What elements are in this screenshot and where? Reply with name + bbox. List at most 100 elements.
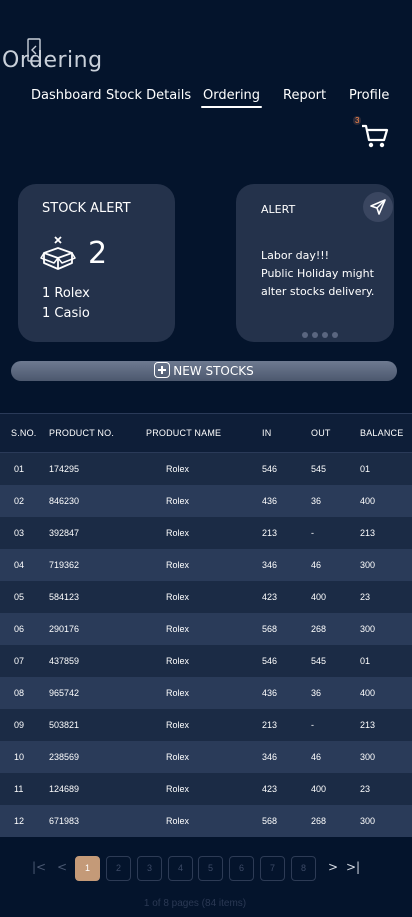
table-row[interactable]: 05 584123 Rolex 423 400 23 [0, 581, 412, 613]
cell-out: 400 [311, 592, 327, 602]
stock-table: S.NO. PRODUCT NO. PRODUCT NAME IN OUT BA… [0, 413, 412, 837]
carousel-dot[interactable] [312, 332, 318, 338]
alert-card[interactable]: ALERT Labor day!!! Public Holiday might … [236, 184, 394, 342]
nav-stock-details[interactable]: Stock Details [106, 88, 191, 103]
cell-product-no: 290176 [49, 624, 80, 634]
carousel-dot[interactable] [302, 332, 308, 338]
stock-alert-line: 1 Casio [42, 306, 90, 321]
cell-sno: 07 [14, 656, 25, 666]
alert-title: ALERT [261, 203, 296, 216]
page-button[interactable]: 4 [168, 856, 193, 881]
cell-out: - [311, 528, 314, 538]
page-button[interactable]: 6 [229, 856, 254, 881]
prev-page-button[interactable]: < [57, 860, 67, 874]
nav-profile[interactable]: Profile [349, 88, 389, 103]
carousel-dot[interactable] [322, 332, 328, 338]
cell-product-no: 392847 [49, 528, 80, 538]
page-button[interactable]: 8 [291, 856, 316, 881]
cell-product-no: 437859 [49, 656, 80, 666]
column-header[interactable]: OUT [311, 428, 331, 438]
next-page-button[interactable]: > [328, 860, 338, 874]
cell-sno: 06 [14, 624, 25, 634]
cell-out: 36 [311, 496, 322, 506]
send-button[interactable] [363, 192, 393, 222]
column-header[interactable]: S.NO. [11, 428, 37, 438]
cell-balance: 300 [360, 816, 376, 826]
cell-sno: 01 [14, 464, 25, 474]
table-row[interactable]: 09 503821 Rolex 213 - 213 [0, 709, 412, 741]
alert-message: Labor day!!! Public Holiday might alter … [261, 247, 389, 301]
alert-message-line: alter stocks delivery. [261, 285, 375, 298]
cell-product-no: 174295 [49, 464, 80, 474]
cell-in: 568 [262, 816, 278, 826]
cell-product-name: Rolex [166, 656, 190, 666]
table-row[interactable]: 12 671983 Rolex 568 268 300 [0, 805, 412, 837]
cell-sno: 11 [14, 784, 24, 794]
cell-balance: 01 [360, 464, 371, 474]
pagination-info: 1 of 8 pages (84 items) [143, 898, 247, 909]
cell-in: 568 [262, 624, 278, 634]
cell-product-name: Rolex [166, 720, 190, 730]
cell-product-no: 846230 [49, 496, 80, 506]
cell-balance: 23 [360, 784, 371, 794]
table-row[interactable]: 11 124689 Rolex 423 400 23 [0, 773, 412, 805]
cell-product-name: Rolex [166, 688, 190, 698]
table-row[interactable]: 04 719362 Rolex 346 46 300 [0, 549, 412, 581]
cart-icon[interactable] [360, 120, 390, 150]
cell-product-no: 124689 [49, 784, 80, 794]
nav-dashboard[interactable]: Dashboard [31, 88, 102, 103]
column-header[interactable]: PRODUCT NO. [49, 428, 114, 438]
last-page-button[interactable]: >| [346, 860, 360, 874]
app-title: Ordering [2, 48, 103, 73]
cell-in: 213 [262, 528, 278, 538]
table-row[interactable]: 07 437859 Rolex 546 545 01 [0, 645, 412, 677]
cell-sno: 10 [14, 752, 25, 762]
cell-in: 436 [262, 688, 278, 698]
cell-in: 423 [262, 592, 278, 602]
cell-product-no: 503821 [49, 720, 80, 730]
column-header[interactable]: IN [262, 428, 271, 438]
cell-in: 423 [262, 784, 278, 794]
cell-balance: 213 [360, 720, 376, 730]
table-row[interactable]: 10 238569 Rolex 346 46 300 [0, 741, 412, 773]
cell-product-name: Rolex [166, 624, 190, 634]
cell-in: 213 [262, 720, 278, 730]
new-stocks-label: NEW STOCKS [173, 364, 254, 378]
cell-out: 545 [311, 464, 327, 474]
table-row[interactable]: 01 174295 Rolex 546 545 01 [0, 453, 412, 485]
cell-sno: 08 [14, 688, 25, 698]
cell-balance: 300 [360, 624, 376, 634]
first-page-button[interactable]: |< [32, 860, 46, 874]
page-button[interactable]: 3 [137, 856, 162, 881]
page-button[interactable]: 7 [260, 856, 285, 881]
send-icon [370, 199, 386, 215]
cell-out: 268 [311, 624, 327, 634]
cell-product-name: Rolex [166, 816, 190, 826]
cell-sno: 12 [14, 816, 25, 826]
page-button[interactable]: 2 [106, 856, 131, 881]
carousel-dot[interactable] [332, 332, 338, 338]
cell-out: 46 [311, 752, 322, 762]
cell-in: 546 [262, 656, 278, 666]
stock-alert-card[interactable]: STOCK ALERT 2 1 Rolex 1 Casio [18, 184, 175, 342]
cell-sno: 03 [14, 528, 25, 538]
page-button[interactable]: 1 [75, 856, 100, 881]
column-header[interactable]: PRODUCT NAME [146, 428, 221, 438]
cell-product-name: Rolex [166, 528, 190, 538]
table-row[interactable]: 03 392847 Rolex 213 - 213 [0, 517, 412, 549]
nav-ordering[interactable]: Ordering [200, 88, 263, 108]
table-row[interactable]: 08 965742 Rolex 436 36 400 [0, 677, 412, 709]
cell-sno: 02 [14, 496, 25, 506]
stock-alert-line: 1 Rolex [42, 286, 90, 301]
cell-sno: 04 [14, 560, 25, 570]
nav-report[interactable]: Report [283, 88, 326, 103]
column-header[interactable]: BALANCE [360, 428, 403, 438]
new-stocks-button[interactable]: NEW STOCKS [11, 361, 397, 381]
page-button[interactable]: 5 [198, 856, 223, 881]
top-nav: Dashboard Stock Details Ordering Report … [0, 88, 412, 108]
table-row[interactable]: 06 290176 Rolex 568 268 300 [0, 613, 412, 645]
cell-balance: 400 [360, 496, 376, 506]
table-row[interactable]: 02 846230 Rolex 436 36 400 [0, 485, 412, 517]
cell-product-no: 584123 [49, 592, 80, 602]
cell-balance: 01 [360, 656, 371, 666]
